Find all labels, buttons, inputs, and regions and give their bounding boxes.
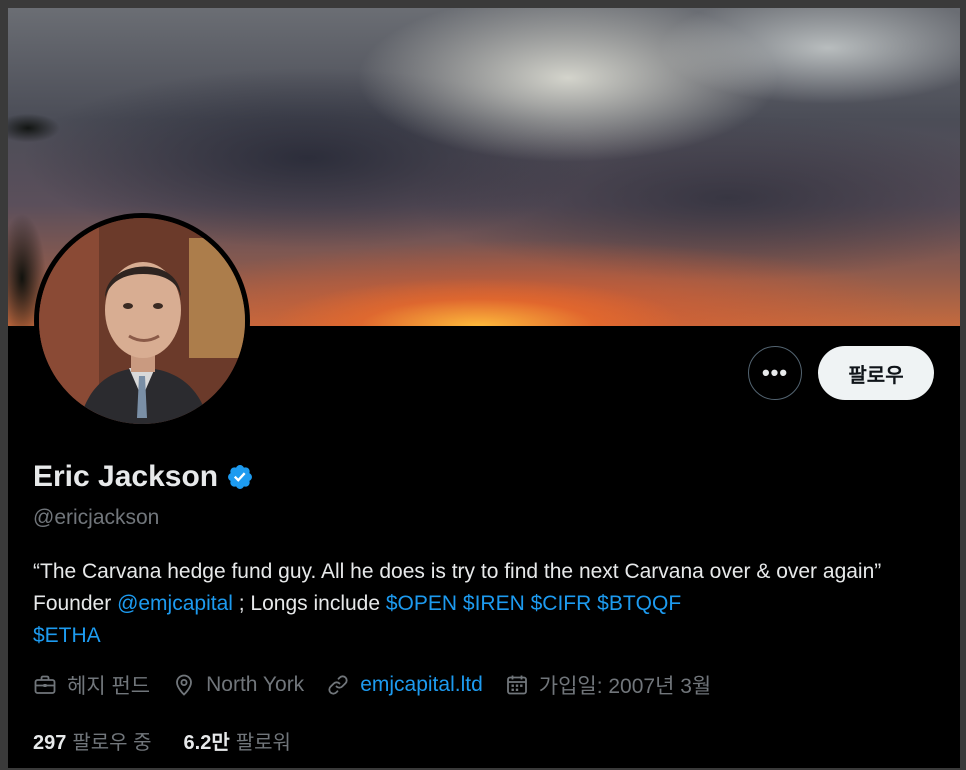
meta-website[interactable]: emjcapital.ltd [326, 673, 483, 697]
category-text: 헤지 펀드 [67, 675, 151, 698]
avatar-portrait [39, 218, 245, 424]
location-text: North York [206, 673, 305, 696]
following-stat[interactable]: 297 팔로우 중 [33, 726, 152, 755]
joined-text: 가입일: 2007년 3월 [538, 675, 712, 698]
cashtag-link[interactable]: $CIFR [531, 592, 592, 615]
link-icon [328, 675, 348, 695]
following-label: 팔로우 중 [72, 732, 152, 754]
meta-location: North York [172, 673, 304, 697]
bio: “The Carvana hedge fund guy. All he does… [33, 556, 913, 652]
more-options-button[interactable]: ••• [748, 346, 802, 400]
profile-avatar[interactable] [34, 213, 250, 429]
mention-link[interactable]: @emjcapital [117, 592, 233, 615]
location-pin-icon [176, 674, 193, 696]
following-count: 297 [33, 732, 67, 754]
meta-joined: 가입일: 2007년 3월 [505, 670, 712, 700]
avatar-photo [39, 218, 245, 424]
display-name: Eric Jackson [33, 460, 219, 493]
briefcase-icon [34, 675, 56, 694]
cashtag-link[interactable]: $IREN [463, 592, 525, 615]
follow-button-label: 팔로우 [848, 364, 904, 387]
handle: @ericjackson [33, 506, 160, 529]
followers-label: 팔로워 [235, 732, 291, 754]
website-link[interactable]: emjcapital.ltd [360, 673, 483, 697]
cashtag-link[interactable]: $ETHA [33, 624, 101, 647]
cashtag-link[interactable]: $BTQQF [597, 592, 681, 615]
more-icon: ••• [761, 360, 789, 385]
meta-category: 헤지 펀드 [33, 670, 150, 700]
bio-text-2: ; Longs include [232, 592, 386, 615]
calendar-icon [506, 675, 527, 695]
followers-stat[interactable]: 6.2만 팔로워 [184, 726, 291, 755]
profile-meta: 헤지 펀드 North York emjcapital.ltd 가입일: 200… [33, 670, 733, 700]
name-row: Eric Jackson [33, 460, 254, 494]
follow-button[interactable]: 팔로우 [818, 346, 934, 400]
follow-stats: 297 팔로우 중 6.2만 팔로워 [33, 726, 323, 755]
cashtag-link[interactable]: $OPEN [386, 592, 457, 615]
profile-page: ••• 팔로우 Eric Jackson @ericjackson “The C… [8, 8, 960, 768]
followers-count: 6.2만 [183, 732, 230, 754]
verified-badge-icon[interactable] [226, 463, 254, 491]
